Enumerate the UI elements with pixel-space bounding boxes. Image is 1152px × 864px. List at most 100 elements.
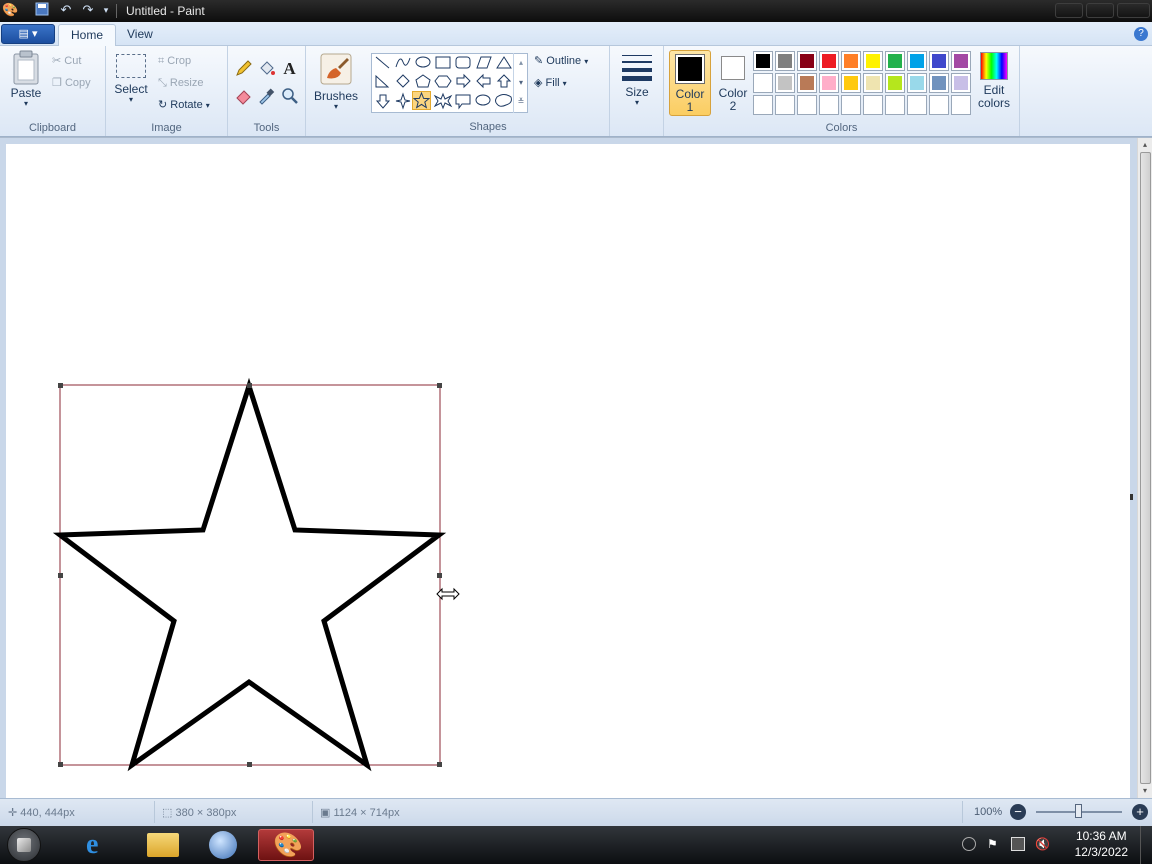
gallery-down-icon[interactable]: ▾: [514, 73, 528, 93]
palette-color-swatch[interactable]: [863, 95, 883, 115]
gallery-up-icon[interactable]: ▴: [514, 53, 528, 73]
palette-color-swatch[interactable]: [819, 73, 839, 93]
taskbar-file-explorer[interactable]: [135, 829, 191, 861]
minimize-button[interactable]: [1055, 3, 1083, 18]
selection-size: ⬚ 380 × 380px: [162, 806, 236, 819]
cut-button[interactable]: ✂ Cut: [52, 52, 81, 70]
palette-color-swatch[interactable]: [775, 73, 795, 93]
palette-color-swatch[interactable]: [951, 95, 971, 115]
eraser-tool[interactable]: [233, 85, 254, 106]
tab-view[interactable]: View: [115, 24, 165, 47]
fill-button[interactable]: ◈ Fill ▾: [534, 74, 567, 92]
save-icon[interactable]: [34, 2, 50, 18]
scroll-thumb[interactable]: [1140, 152, 1151, 784]
zoom-out-icon[interactable]: −: [1010, 804, 1026, 820]
taskbar-clock[interactable]: 10:36 AM 12/3/2022: [1075, 828, 1128, 860]
scroll-up-icon[interactable]: ▴: [1138, 138, 1152, 152]
palette-color-swatch[interactable]: [907, 73, 927, 93]
color-2-button[interactable]: Color 2: [714, 50, 752, 116]
palette-color-swatch[interactable]: [885, 73, 905, 93]
palette-color-swatch[interactable]: [819, 51, 839, 71]
size-button[interactable]: Size ▾: [616, 52, 658, 107]
palette-color-swatch[interactable]: [797, 73, 817, 93]
tab-home[interactable]: Home: [58, 24, 117, 47]
palette-color-swatch[interactable]: [885, 95, 905, 115]
image-group: Select ▾ ⌗ Crop ⤡ Resize ↻ Rotate ▾ Imag…: [106, 46, 228, 136]
taskbar-media-player[interactable]: [196, 829, 252, 861]
palette-color-swatch[interactable]: [907, 95, 927, 115]
quick-access-dropdown-icon[interactable]: ▾: [98, 2, 114, 18]
palette-color-swatch[interactable]: [951, 73, 971, 93]
palette-color-swatch[interactable]: [885, 51, 905, 71]
close-button[interactable]: [1117, 3, 1150, 18]
vertical-scrollbar[interactable]: ▴ ▾: [1137, 138, 1152, 798]
select-rectangle-icon: [116, 54, 146, 78]
taskbar-paint[interactable]: 🎨: [258, 829, 314, 861]
copy-button[interactable]: ❐ Copy: [52, 74, 91, 92]
color-picker-tool[interactable]: [256, 85, 277, 106]
palette-color-swatch[interactable]: [819, 95, 839, 115]
volume-muted-icon[interactable]: 🔇: [1035, 837, 1050, 851]
crop-button[interactable]: ⌗ Crop: [158, 52, 191, 70]
drawing-canvas[interactable]: [6, 144, 1130, 798]
action-center-flag-icon[interactable]: ⚑: [987, 837, 1001, 851]
network-icon[interactable]: [1011, 837, 1025, 851]
paint-bucket-icon: [260, 61, 275, 75]
show-desktop-button[interactable]: [1140, 826, 1152, 864]
palette-color-swatch[interactable]: [841, 73, 861, 93]
canvas-resize-handle-right[interactable]: [1130, 494, 1133, 500]
ribbon: Paste ▾ ✂ Cut ❐ Copy Clipboard Select ▾ …: [0, 46, 1152, 137]
zoom-in-icon[interactable]: +: [1132, 804, 1148, 820]
brushes-button[interactable]: Brushes ▾: [312, 52, 360, 111]
redo-icon[interactable]: ↷: [80, 2, 96, 18]
resize-button[interactable]: ⤡ Resize: [158, 74, 204, 92]
pencil-tool[interactable]: [233, 58, 254, 79]
paste-dropdown-icon: ▾: [23, 99, 28, 108]
palette-color-swatch[interactable]: [841, 51, 861, 71]
palette-color-swatch[interactable]: [951, 51, 971, 71]
fill-tool[interactable]: [256, 58, 277, 79]
shapes-gallery: [371, 53, 528, 113]
scroll-down-icon[interactable]: ▾: [1138, 784, 1152, 798]
outline-dropdown-icon: ▾: [584, 57, 589, 66]
magnifier-tool[interactable]: [279, 85, 300, 106]
paint-app-icon[interactable]: 🎨: [2, 2, 18, 18]
palette-color-swatch[interactable]: [797, 51, 817, 71]
palette-color-swatch[interactable]: [841, 95, 861, 115]
palette-color-swatch[interactable]: [929, 51, 949, 71]
outline-pencil-icon: ✎: [534, 55, 544, 68]
palette-color-swatch[interactable]: [775, 51, 795, 71]
palette-color-swatch[interactable]: [863, 51, 883, 71]
palette-color-swatch[interactable]: [753, 73, 773, 93]
taskbar-internet-explorer[interactable]: e: [72, 829, 128, 861]
shapes-group-label: Shapes: [469, 121, 507, 133]
paste-button[interactable]: Paste ▾: [6, 50, 46, 108]
undo-icon[interactable]: ↶: [58, 2, 74, 18]
palette-color-swatch[interactable]: [775, 95, 795, 115]
shapes-gallery-scroll: ▴ ▾ ≚: [513, 53, 528, 113]
outline-button[interactable]: ✎ Outline ▾: [534, 52, 588, 70]
show-hidden-icons-icon[interactable]: [962, 837, 976, 851]
palette-color-swatch[interactable]: [929, 73, 949, 93]
rotate-button[interactable]: ↻ Rotate ▾: [158, 96, 210, 114]
palette-color-swatch[interactable]: [797, 95, 817, 115]
select-button[interactable]: Select ▾: [112, 54, 150, 104]
maximize-button[interactable]: [1086, 3, 1114, 18]
cursor-position: ✛ 440, 444px: [8, 806, 75, 819]
start-button[interactable]: [7, 828, 41, 862]
edit-colors-button[interactable]: Edit colors: [976, 52, 1012, 110]
text-tool-icon[interactable]: A: [279, 58, 300, 79]
palette-color-swatch[interactable]: [907, 51, 927, 71]
zoom-slider-thumb[interactable]: [1075, 804, 1082, 818]
gallery-expand-icon[interactable]: ≚: [514, 93, 528, 111]
palette-color-swatch[interactable]: [863, 73, 883, 93]
palette-color-swatch[interactable]: [753, 95, 773, 115]
palette-color-swatch[interactable]: [753, 51, 773, 71]
color-1-button[interactable]: Color 1: [669, 50, 711, 116]
shape-five-point-star[interactable]: [412, 91, 431, 110]
help-icon[interactable]: ?: [1134, 27, 1148, 41]
palette-color-swatch[interactable]: [929, 95, 949, 115]
color-spectrum-icon: [980, 52, 1008, 80]
paint-menu-button[interactable]: ▤ ▾: [1, 24, 55, 44]
size-label: Size: [625, 85, 649, 99]
